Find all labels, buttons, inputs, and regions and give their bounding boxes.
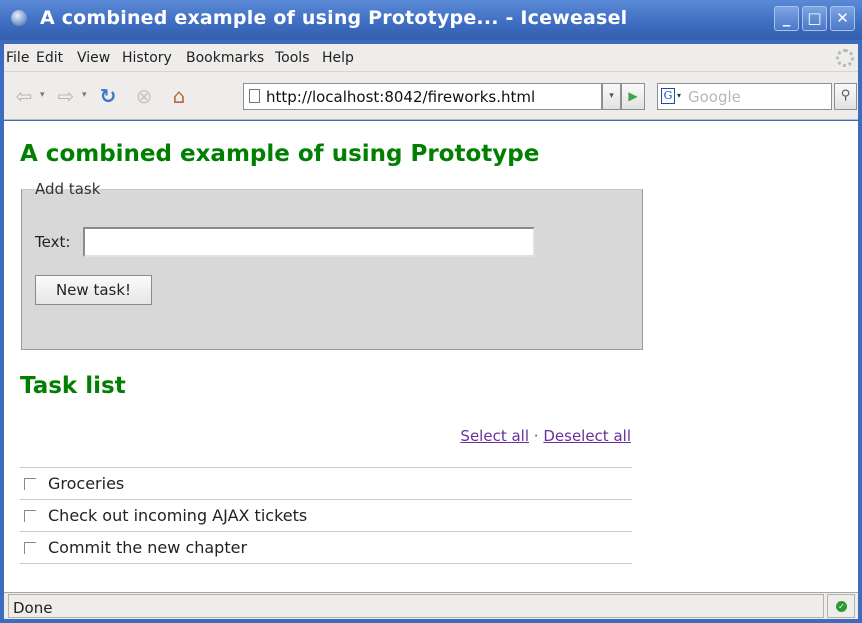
task-text-input[interactable] (83, 227, 535, 257)
iceweasel-icon (11, 10, 27, 26)
search-input[interactable]: Google (688, 88, 741, 106)
search-engine-dropdown[interactable]: ▾ (677, 91, 681, 100)
url-bar[interactable]: http://localhost:8042/fireworks.html (243, 83, 602, 110)
status-secure-panel[interactable]: ✓ (827, 594, 855, 618)
search-bar[interactable]: G ▾ Google (657, 83, 832, 110)
close-button[interactable]: ✕ (830, 6, 855, 31)
menu-bookmarks[interactable]: Bookmarks (186, 50, 264, 66)
status-panel: Done (8, 594, 824, 618)
go-icon[interactable]: ▶ (621, 83, 645, 110)
task-checkbox[interactable] (24, 542, 36, 554)
forward-history-dropdown[interactable]: ▾ (82, 90, 87, 100)
menu-help[interactable]: Help (322, 50, 354, 66)
status-text: Done (13, 599, 53, 617)
title-bar[interactable]: A combined example of using Prototype...… (0, 0, 862, 40)
secure-check-icon: ✓ (836, 601, 847, 612)
task-row: Groceries (20, 468, 632, 500)
new-task-button[interactable]: New task! (35, 275, 152, 305)
stop-icon[interactable]: ⊗ (132, 84, 156, 108)
window-title: A combined example of using Prototype...… (40, 7, 628, 29)
task-label[interactable]: Check out incoming AJAX tickets (48, 506, 307, 525)
task-checkbox[interactable] (24, 510, 36, 522)
home-icon[interactable]: ⌂ (167, 84, 191, 108)
task-checkbox[interactable] (24, 478, 36, 490)
page-title: A combined example of using Prototype (20, 141, 540, 167)
deselect-all-link[interactable]: Deselect all (543, 427, 631, 445)
forward-icon[interactable]: ⇨ (54, 84, 78, 108)
menu-view[interactable]: View (77, 50, 110, 66)
browser-window: A combined example of using Prototype...… (0, 0, 862, 623)
status-bar: Done ✓ (4, 592, 858, 619)
page-icon (249, 89, 260, 103)
google-icon[interactable]: G (661, 88, 675, 104)
task-row: Commit the new chapter (20, 532, 632, 564)
url-history-dropdown[interactable]: ▾ (602, 83, 621, 110)
add-task-fieldset: Add task Text: New task! (21, 180, 643, 350)
menu-file[interactable]: File (6, 50, 29, 66)
page-content: A combined example of using Prototype Ad… (4, 121, 858, 592)
search-icon[interactable]: ⚲ (834, 83, 857, 110)
navigation-toolbar: ⇦ ▾ ⇨ ▾ ↻ ⊗ ⌂ http://localhost:8042/fire… (4, 72, 858, 120)
text-label: Text: (35, 233, 71, 251)
link-separator: · (533, 427, 539, 445)
throbber-icon (836, 49, 854, 67)
task-list: Groceries Check out incoming AJAX ticket… (20, 467, 632, 564)
menu-history[interactable]: History (122, 50, 172, 66)
menu-bar: File Edit View History Bookmarks Tools H… (4, 44, 858, 72)
menu-edit[interactable]: Edit (36, 50, 63, 66)
task-row: Check out incoming AJAX tickets (20, 500, 632, 532)
menu-tools[interactable]: Tools (275, 50, 310, 66)
task-list-heading: Task list (20, 373, 126, 399)
selection-links: Select all · Deselect all (460, 427, 631, 445)
url-text[interactable]: http://localhost:8042/fireworks.html (266, 88, 535, 106)
select-all-link[interactable]: Select all (460, 427, 529, 445)
minimize-button[interactable]: _ (774, 6, 799, 31)
reload-icon[interactable]: ↻ (96, 84, 120, 108)
back-icon[interactable]: ⇦ (12, 84, 36, 108)
back-history-dropdown[interactable]: ▾ (40, 90, 45, 100)
maximize-button[interactable]: □ (802, 6, 827, 31)
add-task-legend: Add task (34, 180, 102, 198)
task-label[interactable]: Groceries (48, 474, 124, 493)
task-label[interactable]: Commit the new chapter (48, 538, 247, 557)
